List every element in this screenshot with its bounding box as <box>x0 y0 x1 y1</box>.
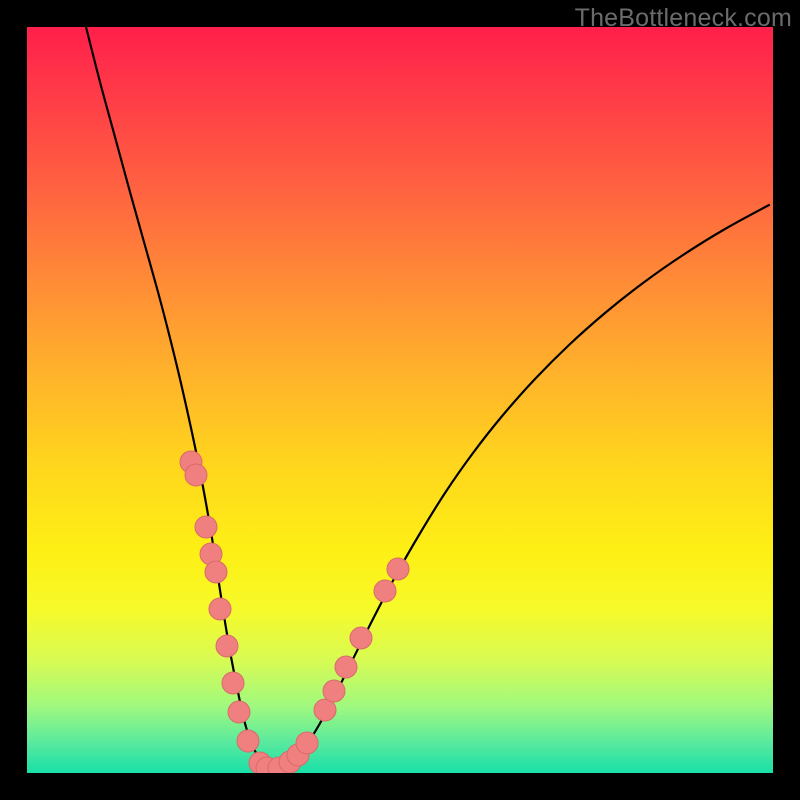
data-dot <box>323 680 345 702</box>
data-dot <box>222 672 244 694</box>
data-dot <box>205 561 227 583</box>
data-dot <box>374 580 396 602</box>
data-dot <box>185 464 207 486</box>
data-dots-group <box>180 451 409 773</box>
plot-area <box>27 27 773 773</box>
data-dot <box>228 701 250 723</box>
data-dot <box>335 656 357 678</box>
data-dot <box>237 730 259 752</box>
data-dot <box>216 635 238 657</box>
data-dot <box>296 732 318 754</box>
watermark-text: TheBottleneck.com <box>575 4 792 33</box>
curve-right-arm <box>273 205 769 769</box>
chart-svg <box>27 27 773 773</box>
data-dot <box>350 627 372 649</box>
data-dot <box>209 598 231 620</box>
data-dot <box>387 558 409 580</box>
data-dot <box>195 516 217 538</box>
curve-left-arm <box>86 27 273 769</box>
